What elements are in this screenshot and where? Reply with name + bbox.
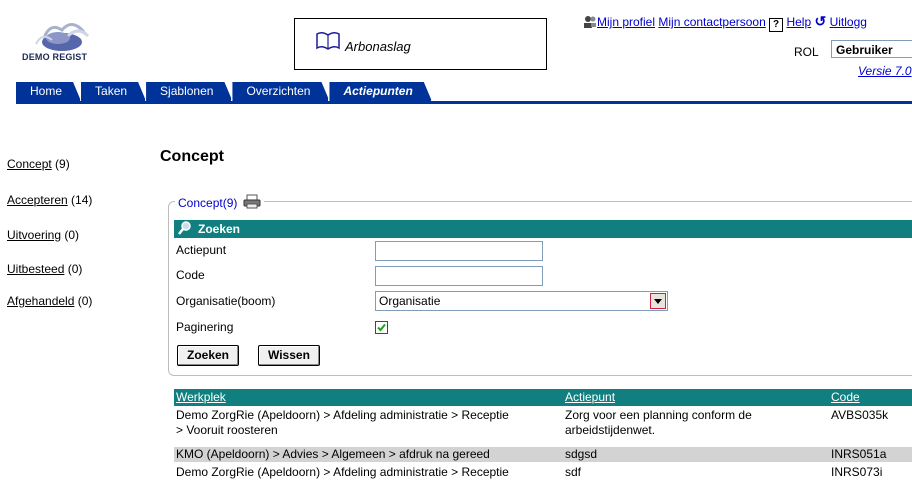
help-question-icon: ? bbox=[769, 18, 784, 32]
sidebar-count: (14) bbox=[71, 193, 93, 207]
search-header-label: Zoeken bbox=[198, 222, 241, 236]
page-title: Concept bbox=[160, 148, 224, 165]
cell-werkplek: KMO (Apeldoorn) > Advies > Algemeen > af… bbox=[176, 447, 490, 461]
search-panel-header: Zoeken bbox=[174, 220, 912, 238]
cell-actiepunt: sdgsd bbox=[565, 447, 598, 461]
search-magnifier-icon bbox=[178, 220, 192, 238]
logout-link[interactable]: Uitlogg bbox=[830, 15, 867, 29]
paginering-checkbox[interactable] bbox=[375, 321, 388, 334]
sidebar-link-concept[interactable]: Concept bbox=[7, 157, 52, 171]
sidebar-link-uitvoering[interactable]: Uitvoering bbox=[7, 228, 61, 242]
cell-code: INRS073i bbox=[831, 465, 883, 479]
logo-text: DEMO REGIST bbox=[22, 52, 88, 62]
column-werkplek[interactable]: Werkplek bbox=[176, 390, 226, 404]
tab-underline bbox=[16, 101, 912, 104]
cell-code: AVBS035k bbox=[831, 408, 889, 422]
top-links: Mijn profiel Mijn contactpersoon ? Help … bbox=[583, 13, 867, 32]
help-link[interactable]: Help bbox=[786, 15, 811, 29]
table-row[interactable]: Demo ZorgRie (Apeldoorn) > Afdeling admi… bbox=[174, 408, 912, 440]
chevron-down-icon[interactable] bbox=[650, 293, 666, 309]
organisation-banner: Arbonaslag bbox=[294, 18, 547, 70]
sidebar-item-accepteren: Accepteren (14) bbox=[7, 193, 92, 207]
search-button[interactable]: Zoeken bbox=[177, 345, 240, 366]
table-row[interactable]: Demo ZorgRie (Apeldoorn) > Afdeling admi… bbox=[174, 465, 912, 480]
cell-werkplek-cont: > Vooruit roosteren bbox=[176, 423, 278, 437]
cell-actiepunt: sdf bbox=[565, 465, 582, 479]
cell-werkplek: Demo ZorgRie (Apeldoorn) > Afdeling admi… bbox=[176, 465, 509, 479]
cell-actiepunt-cont: arbeidstijdenwet. bbox=[565, 423, 656, 437]
sidebar-item-uitbesteed: Uitbesteed (0) bbox=[7, 262, 82, 276]
printer-icon[interactable] bbox=[243, 194, 261, 212]
sidebar-count: (0) bbox=[64, 228, 80, 242]
sidebar-item-concept: Concept (9) bbox=[7, 157, 70, 171]
tab-overzichten[interactable]: Overzichten bbox=[232, 82, 329, 101]
clear-button[interactable]: Wissen bbox=[258, 345, 320, 366]
open-book-icon bbox=[315, 31, 341, 54]
sidebar-link-afgehandeld[interactable]: Afgehandeld bbox=[7, 294, 74, 308]
organisatie-select[interactable]: Organisatie bbox=[375, 291, 668, 311]
refresh-logout-icon: ↺ bbox=[814, 13, 827, 29]
sidebar-count: (0) bbox=[67, 262, 83, 276]
version-link[interactable]: Versie 7.0 bbox=[858, 64, 912, 78]
legend-label: Concept(9) bbox=[178, 196, 238, 210]
cell-code: INRS051a bbox=[831, 447, 887, 461]
sidebar-count: (0) bbox=[77, 294, 93, 308]
my-contact-link[interactable]: Mijn contactpersoon bbox=[658, 15, 765, 29]
cell-werkplek: Demo ZorgRie (Apeldoorn) > Afdeling admi… bbox=[176, 408, 509, 422]
organisatie-label: Organisatie(boom) bbox=[176, 294, 276, 308]
sidebar-item-afgehandeld: Afgehandeld (0) bbox=[7, 294, 92, 308]
my-profile-link[interactable]: Mijn profiel bbox=[597, 15, 655, 29]
sidebar-link-uitbesteed[interactable]: Uitbesteed bbox=[7, 262, 64, 276]
column-code[interactable]: Code bbox=[831, 390, 860, 404]
actiepunt-label: Actiepunt bbox=[176, 243, 227, 257]
table-header: Werkplek Actiepunt Code bbox=[174, 389, 912, 406]
checkmark-icon bbox=[377, 323, 386, 332]
column-actiepunt[interactable]: Actiepunt bbox=[565, 390, 615, 404]
main-tabs: Home Taken Sjablonen Overzichten Actiepu… bbox=[16, 82, 432, 101]
cell-actiepunt: Zorg voor een planning conform de bbox=[565, 408, 752, 422]
actiepunt-input[interactable] bbox=[375, 241, 543, 261]
tab-home[interactable]: Home bbox=[16, 82, 81, 101]
code-input[interactable] bbox=[375, 266, 543, 286]
sidebar-item-uitvoering: Uitvoering (0) bbox=[7, 228, 79, 242]
role-label: ROL bbox=[794, 45, 819, 59]
users-icon bbox=[583, 15, 597, 31]
tab-sjablonen[interactable]: Sjablonen bbox=[146, 82, 232, 101]
organisatie-selected-value: Organisatie bbox=[379, 294, 441, 308]
code-label: Code bbox=[176, 268, 205, 282]
fieldset-legend: Concept(9) bbox=[175, 194, 265, 212]
role-select[interactable]: Gebruiker bbox=[831, 40, 912, 58]
tab-actiepunten[interactable]: Actiepunten bbox=[329, 82, 431, 101]
tab-taken[interactable]: Taken bbox=[81, 82, 146, 101]
sidebar-count: (9) bbox=[55, 157, 70, 171]
sidebar-link-accepteren[interactable]: Accepteren bbox=[7, 193, 68, 207]
paginering-label: Paginering bbox=[176, 320, 234, 334]
banner-label: Arbonaslag bbox=[345, 39, 411, 54]
table-row[interactable]: KMO (Apeldoorn) > Advies > Algemeen > af… bbox=[174, 447, 912, 462]
